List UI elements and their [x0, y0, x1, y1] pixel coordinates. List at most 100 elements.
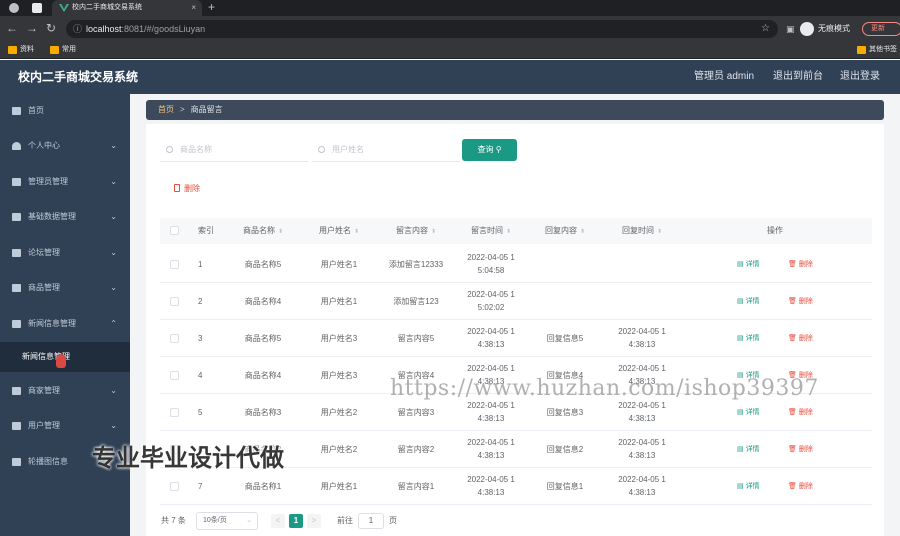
sidebar-item-label: 个人中心 [28, 141, 60, 150]
delete-button[interactable]: 🗑 删除 [788, 431, 813, 468]
page-size-select[interactable]: 10条/页 ⌄ [196, 512, 258, 530]
column-header-content[interactable]: 留言内容 ⬍ [378, 218, 454, 245]
detail-label: 详情 [745, 335, 760, 342]
sidebar-item-label: 基础数据管理 [28, 212, 76, 221]
prev-page-button[interactable]: < [271, 514, 285, 528]
detail-button[interactable]: ▤ 详情 [737, 468, 760, 505]
select-all-checkbox[interactable] [170, 226, 179, 235]
incognito-icon [800, 22, 814, 36]
column-header-reply-time[interactable]: 回复时间 ⬍ [606, 218, 678, 245]
page-number-1[interactable]: 1 [289, 514, 303, 528]
cell-user: 用户姓名2 [320, 408, 358, 417]
mouse-cursor-icon [56, 354, 66, 368]
cell-reply-time: 2022-04-05 1 4:38:13 [606, 399, 678, 425]
bookmark-folder-other[interactable]: 其他书签 [857, 44, 897, 56]
delete-label: 删除 [798, 483, 813, 490]
cell-time-date: 2022-04-05 1 [467, 475, 515, 484]
column-header-user[interactable]: 用户姓名 ⬍ [306, 218, 372, 245]
sidebar-item-merchants[interactable]: 商家管理 ⌄ [0, 374, 130, 408]
incognito-indicator[interactable]: 无痕模式 [800, 21, 850, 37]
chevron-down-icon: ⌄ [110, 283, 117, 292]
update-button[interactable]: 更新 [862, 22, 900, 36]
column-header-reply[interactable]: 回复内容 ⬍ [532, 218, 598, 245]
bookmark-folder-ziliao[interactable]: 资料 [8, 44, 34, 56]
column-header-label: 回复内容 [544, 226, 577, 235]
cell-index: 2 [198, 297, 203, 306]
sort-icon[interactable]: ⬍ [506, 219, 511, 245]
breadcrumb-home[interactable]: 首页 [158, 105, 174, 114]
url-host: localhost [86, 24, 122, 34]
row-checkbox[interactable] [170, 260, 179, 269]
sort-icon[interactable]: ⬍ [431, 219, 436, 245]
folder-icon [50, 46, 59, 54]
delete-label: 删除 [184, 184, 200, 193]
new-tab-button[interactable]: + [208, 0, 215, 15]
column-header-goods[interactable]: 商品名称 ⬍ [226, 218, 300, 245]
chevron-down-icon: ⌄ [110, 248, 117, 257]
bookmark-label: 资料 [20, 46, 34, 53]
query-button[interactable]: 查询 ⚲ [462, 139, 517, 161]
browser-tab[interactable]: 校内二手商城交易系统 × [52, 0, 202, 16]
goto-page-input[interactable]: 1 [358, 513, 384, 529]
news-icon [12, 320, 21, 328]
delete-button[interactable]: 🗑 删除 [788, 468, 813, 505]
bookmark-folder-changyong[interactable]: 常用 [50, 44, 76, 56]
browser-tab-bar: 校内二手商城交易系统 × + [0, 0, 900, 16]
sidebar-item-label: 轮播图信息 [28, 457, 68, 466]
detail-button[interactable]: ▤ 详情 [737, 320, 760, 357]
breadcrumb-separator: > [180, 105, 185, 114]
site-info-icon[interactable]: ⓘ [73, 20, 82, 38]
bookmark-star-icon[interactable]: ☆ [761, 20, 770, 38]
detail-button[interactable]: ▤ 详情 [737, 431, 760, 468]
sidebar-item-forum[interactable]: 论坛管理 ⌄ [0, 236, 130, 270]
row-checkbox[interactable] [170, 297, 179, 306]
back-icon[interactable]: ← [6, 21, 18, 35]
sidebar-toggle-icon[interactable]: ▣ [786, 22, 795, 36]
bookmark-label: 其他书签 [869, 46, 897, 53]
sidebar-item-news[interactable]: 新闻信息管理 ⌃ [0, 307, 130, 341]
row-checkbox[interactable] [170, 482, 179, 491]
delete-button[interactable]: 🗑 删除 [788, 246, 813, 283]
sidebar-item-basic-data[interactable]: 基础数据管理 ⌄ [0, 200, 130, 234]
sort-icon[interactable]: ⬍ [657, 219, 662, 245]
query-label: 查询 [477, 145, 494, 154]
batch-delete-button[interactable]: 删除 [174, 180, 200, 198]
back-to-front-link[interactable]: 退出到前台 [773, 60, 823, 94]
next-page-button[interactable]: > [307, 514, 321, 528]
row-checkbox[interactable] [170, 371, 179, 380]
delete-button[interactable]: 🗑 删除 [788, 283, 813, 320]
search-icon [166, 146, 173, 153]
browser-menu-icon[interactable] [9, 3, 19, 13]
page-unit-label: 页 [389, 516, 397, 525]
cell-time-date: 2022-04-05 1 [467, 290, 515, 299]
sidebar-item-profile[interactable]: 个人中心 ⌄ [0, 129, 130, 163]
document-icon: ▤ [737, 335, 746, 342]
detail-button[interactable]: ▤ 详情 [737, 246, 760, 283]
column-header-time[interactable]: 留言时间 ⬍ [456, 218, 526, 245]
user-name-search-input[interactable]: 用户姓名 [312, 138, 460, 162]
cell-time-clock: 5:04:58 [477, 266, 505, 275]
delete-button[interactable]: 🗑 删除 [788, 320, 813, 357]
goods-name-search-input[interactable]: 商品名称 [160, 138, 308, 162]
cell-reply: 回复信息2 [546, 445, 584, 454]
logout-link[interactable]: 退出登录 [840, 60, 880, 94]
tab-close-icon[interactable]: × [191, 0, 196, 16]
document-icon: ▤ [737, 483, 746, 490]
sort-icon[interactable]: ⬍ [354, 219, 359, 245]
cell-reply-time: 2022-04-05 1 4:38:13 [606, 473, 678, 499]
app-header: 校内二手商城交易系统 管理员 admin 退出到前台 退出登录 [0, 60, 900, 94]
sort-icon[interactable]: ⬍ [278, 219, 283, 245]
sidebar-item-label: 论坛管理 [28, 248, 60, 257]
row-checkbox[interactable] [170, 408, 179, 417]
detail-button[interactable]: ▤ 详情 [737, 283, 760, 320]
reload-icon[interactable]: ↻ [46, 21, 56, 35]
sort-icon[interactable]: ⬍ [580, 219, 585, 245]
sidebar-item-goods[interactable]: 商品管理 ⌄ [0, 271, 130, 305]
row-checkbox[interactable] [170, 334, 179, 343]
search-icon [318, 146, 325, 153]
window-icon[interactable] [32, 3, 42, 13]
forward-icon[interactable]: → [26, 21, 38, 35]
url-field[interactable]: ⓘ localhost:8081/#/goodsLiuyan ☆ [66, 20, 778, 38]
sidebar-item-home[interactable]: 首页 [0, 94, 130, 128]
sidebar-item-admins[interactable]: 管理员管理 ⌄ [0, 165, 130, 199]
